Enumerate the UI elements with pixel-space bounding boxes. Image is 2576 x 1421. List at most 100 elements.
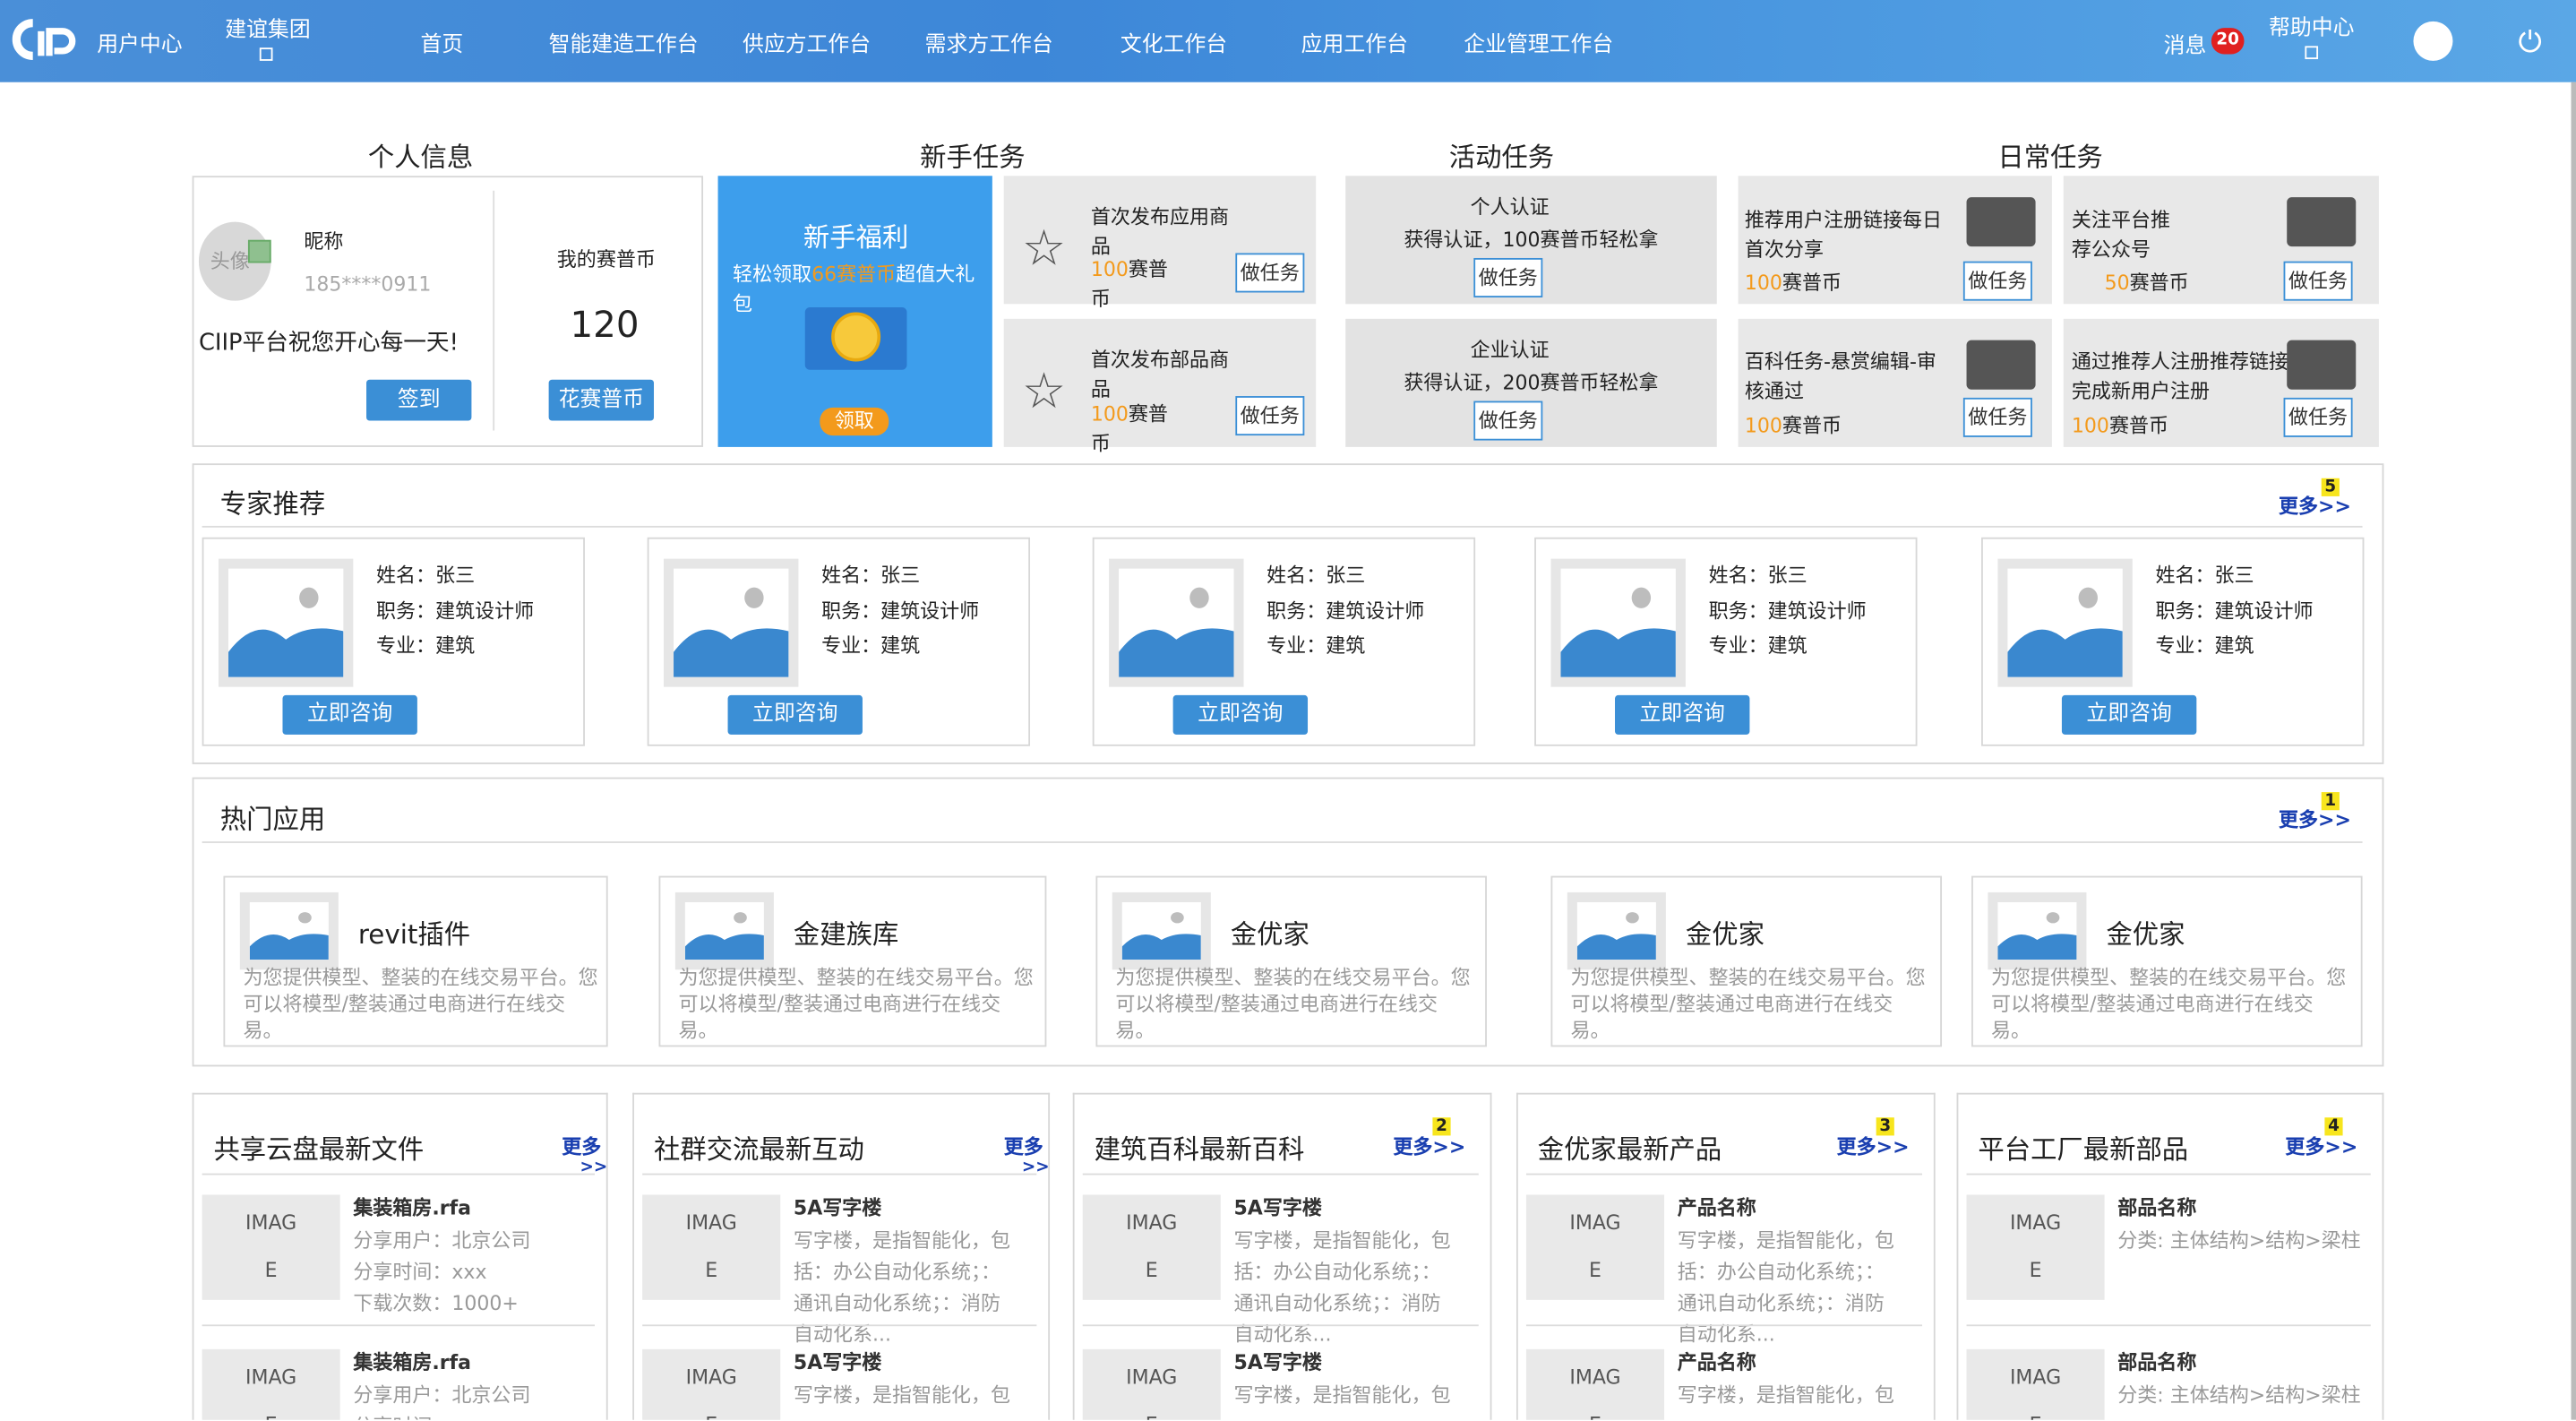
do-task-button[interactable]: 做任务 <box>1473 257 1543 297</box>
messages-link[interactable]: 消息 <box>2164 28 2207 60</box>
item-title[interactable]: 5A写字楼 <box>1233 1193 1321 1221</box>
image-placeholder-icon <box>1567 891 1666 970</box>
reward-amount: 100 <box>1744 414 1782 437</box>
consult-button[interactable]: 立即咨询 <box>1615 694 1750 735</box>
coin-gift-icon <box>804 306 907 370</box>
newbie-tasks-title: 新手任务 <box>920 141 1026 173</box>
edit-avatar-icon[interactable] <box>247 239 271 263</box>
item-thumbnail[interactable]: IMAG E <box>202 1194 340 1300</box>
item-title[interactable]: 5A写字楼 <box>794 1348 881 1375</box>
panel-divider <box>1966 1173 2371 1176</box>
thumbnail-text: E <box>2029 1258 2042 1282</box>
app-description: 为您提供模型、整装的在线交易平台。您可以将模型/整装通过电商进行在线交易。 <box>243 966 598 1042</box>
item-thumbnail[interactable]: IMAG E <box>642 1348 781 1420</box>
expert-more-link[interactable]: 更多>> <box>2279 491 2351 519</box>
nav-supplier[interactable]: 供应方工作台 <box>743 26 871 58</box>
item-title[interactable]: 5A写字楼 <box>794 1193 881 1221</box>
expert-job: 职务：建筑设计师 <box>376 599 535 624</box>
nav-home[interactable]: 首页 <box>421 26 464 58</box>
thumbnail-text: IMAG <box>2009 1210 2062 1235</box>
item-title[interactable]: 集装箱房.rfa <box>353 1193 471 1221</box>
consult-button[interactable]: 立即咨询 <box>1172 694 1309 735</box>
thumbnail-text: IMAG <box>1569 1365 1621 1389</box>
reward-unit: 赛普币 <box>1782 271 1842 295</box>
item-title[interactable]: 产品名称 <box>1678 1348 1756 1375</box>
image-placeholder-icon <box>1988 891 2087 970</box>
item-thumbnail[interactable]: IMAG E <box>1082 1348 1221 1420</box>
consult-button[interactable]: 立即咨询 <box>727 694 863 735</box>
newbie-task-title: 首次发布部品商品 <box>1090 348 1230 401</box>
app-name: 金优家 <box>2106 918 2185 951</box>
do-task-button[interactable]: 做任务 <box>2283 261 2353 301</box>
ciip-logo[interactable] <box>10 16 82 62</box>
item-thumbnail[interactable]: IMAG E <box>1966 1194 2105 1300</box>
activity-task-desc: 获得认证，100赛普币轻松拿 <box>1404 228 1659 252</box>
item-thumbnail[interactable]: IMAG E <box>1525 1194 1665 1300</box>
item-title[interactable]: 产品名称 <box>1678 1193 1756 1221</box>
panel-title: 金优家最新产品 <box>1537 1133 1722 1166</box>
panel-more-link[interactable]: 更多>> <box>2285 1132 2357 1160</box>
nav-culture[interactable]: 文化工作台 <box>1121 26 1227 58</box>
consult-button[interactable]: 立即咨询 <box>2061 694 2197 735</box>
user-avatar[interactable] <box>2413 21 2453 61</box>
thumbnail-text: E <box>202 1413 340 1419</box>
do-task-button[interactable]: 做任务 <box>1473 400 1543 441</box>
nav-apps[interactable]: 应用工作台 <box>1301 26 1408 58</box>
consult-button[interactable]: 立即咨询 <box>282 694 417 735</box>
reward-unit: 赛普币 <box>2108 414 2169 437</box>
expert-major: 专业：建筑 <box>376 634 476 658</box>
checkin-button[interactable]: 签到 <box>366 379 472 421</box>
item-title[interactable]: 5A写字楼 <box>1233 1348 1321 1375</box>
panel-more-link[interactable]: 更多>> <box>1393 1132 1465 1160</box>
item-thumbnail[interactable]: IMAG E <box>1525 1348 1665 1420</box>
panel-more-link[interactable]: 更多>> <box>1837 1132 1910 1160</box>
image-placeholder-icon <box>1112 891 1211 970</box>
do-task-button[interactable]: 做任务 <box>1962 261 2032 301</box>
help-center-link[interactable]: 帮助中心 <box>2269 10 2354 41</box>
claim-button[interactable]: 领取 <box>820 407 889 436</box>
apps-more-link[interactable]: 更多>> <box>2279 805 2351 833</box>
personal-info-title: 个人信息 <box>367 141 474 173</box>
spend-coins-button[interactable]: 花赛普币 <box>548 379 655 421</box>
item-detail: 写字楼，是指智能化，包 <box>793 1228 1011 1253</box>
newbie-welfare-banner[interactable]: 新手福利 轻松领取66赛普币超值大礼包 领取 <box>717 176 992 447</box>
do-task-button[interactable]: 做任务 <box>1962 397 2032 437</box>
do-task-button[interactable]: 做任务 <box>1235 253 1305 293</box>
panel-more-link[interactable]: 更多 <box>1004 1132 1043 1160</box>
nav-demand[interactable]: 需求方工作台 <box>925 26 1053 58</box>
daily-task-title: 关注平台推荐公众号 <box>2071 208 2171 262</box>
scrollbar[interactable] <box>2571 82 2576 1420</box>
expert-name: 姓名：张三 <box>821 564 921 587</box>
do-task-button[interactable]: 做任务 <box>2283 397 2353 437</box>
thumbnail-text: IMAG <box>2009 1365 2062 1389</box>
personal-divider <box>493 190 495 431</box>
nav-enterprise[interactable]: 企业管理工作台 <box>1464 26 1613 58</box>
help-dropdown-icon[interactable] <box>2305 46 2319 60</box>
item-title[interactable]: 部品名称 <box>2117 1348 2196 1375</box>
app-description: 为您提供模型、整装的在线交易平台。您可以将模型/整装通过电商进行在线交易。 <box>1991 966 2347 1042</box>
power-icon[interactable] <box>2517 26 2543 53</box>
company-dropdown-icon[interactable] <box>259 47 273 61</box>
item-title[interactable]: 集装箱房.rfa <box>353 1348 471 1375</box>
item-thumbnail[interactable]: IMAG E <box>1082 1194 1221 1300</box>
item-title[interactable]: 部品名称 <box>2117 1193 2196 1221</box>
item-detail: 写字楼，是指智能化，包 <box>793 1383 1011 1408</box>
activity-task-title: 个人认证 <box>1470 195 1550 219</box>
mail-icon <box>1966 340 2036 390</box>
banner-text-pre: 轻松领取 <box>733 263 812 287</box>
panel-more-link[interactable]: 更多 <box>562 1132 601 1160</box>
item-detail: 分类: 主体结构>结构>梁柱 <box>2117 1228 2361 1253</box>
nav-smart-construction[interactable]: 智能建造工作台 <box>549 26 699 58</box>
newbie-task-title: 首次发布应用商品 <box>1090 205 1230 258</box>
company-switcher[interactable]: 建谊集团 <box>225 12 310 43</box>
coins-label: 我的赛普币 <box>556 247 656 271</box>
item-thumbnail[interactable]: IMAG E <box>1966 1348 2105 1420</box>
star-icon: ☆ <box>1021 363 1067 421</box>
item-thumbnail[interactable]: IMAG E <box>642 1194 781 1300</box>
expert-name: 姓名：张三 <box>1708 564 1807 587</box>
panel-divider <box>1082 1173 1479 1176</box>
item-thumbnail[interactable]: IMAG E <box>202 1348 340 1420</box>
item-detail: 括：办公自动化系统；： <box>1233 1260 1441 1284</box>
do-task-button[interactable]: 做任务 <box>1235 396 1305 436</box>
daily-task-title: 百科任务-悬赏编辑-审核通过 <box>1744 349 1936 403</box>
